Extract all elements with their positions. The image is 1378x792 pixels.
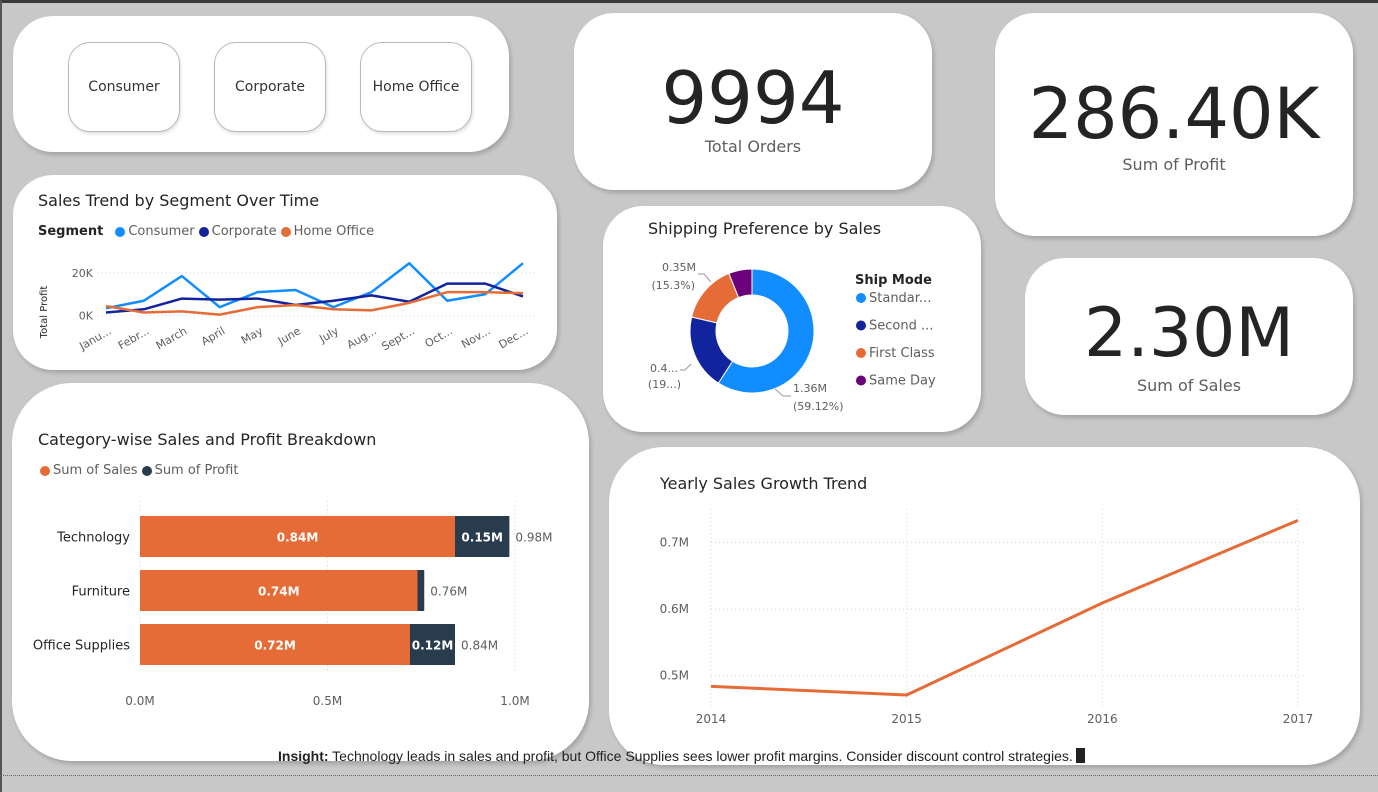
x-tick-label: Febr... bbox=[116, 324, 151, 352]
segment-button-corporate[interactable]: Corporate bbox=[214, 42, 326, 132]
leader-line bbox=[680, 363, 692, 371]
x-tick-label: 2014 bbox=[696, 712, 727, 726]
x-tick-label: Nov... bbox=[459, 324, 492, 351]
sum-of-sales-card: 2.30M Sum of Sales bbox=[1025, 258, 1353, 415]
category-card: Category-wise Sales and Profit Breakdown… bbox=[12, 383, 589, 761]
legend-label: Standar... bbox=[869, 291, 931, 306]
y-tick-label: 0K bbox=[79, 310, 94, 323]
legend-dot bbox=[856, 293, 866, 303]
category-bar-chart: 0.0M 0.5M 1.0M Technology 0.84M 0.15M 0.98M Fur… bbox=[33, 501, 552, 708]
total-data-label: 0.84M bbox=[461, 639, 498, 653]
legend-label: Same Day bbox=[869, 374, 936, 389]
x-tick-label: Aug... bbox=[345, 324, 379, 351]
donut-data-label: 0.4... bbox=[650, 362, 678, 375]
sum-of-sales-value: 2.30M bbox=[1083, 294, 1295, 373]
leader-line bbox=[698, 273, 712, 283]
profit-data-label: 0.15M bbox=[461, 531, 503, 545]
x-tick-label: June bbox=[275, 324, 303, 348]
legend-dot bbox=[856, 375, 866, 386]
shipping-donut-chart: 1.36M (59.12%) 0.4... (19...) 0.35M (15.3%) Sh… bbox=[648, 261, 936, 413]
x-tick-label: 1.0M bbox=[500, 694, 529, 708]
legend-label: First Class bbox=[869, 346, 935, 361]
insight-label: Insight: bbox=[278, 748, 329, 764]
segment-slicer-card: Consumer Corporate Home Office bbox=[13, 16, 509, 152]
x-tick-label: Janu... bbox=[76, 324, 113, 353]
category-label: Technology bbox=[56, 531, 130, 546]
x-tick-label: Dec... bbox=[496, 324, 530, 351]
x-tick-label: July bbox=[316, 324, 341, 346]
sum-of-sales-label: Sum of Sales bbox=[1136, 376, 1242, 395]
category-label: Furniture bbox=[72, 585, 130, 600]
sum-of-profit-label: Sum of Profit bbox=[1122, 155, 1226, 174]
sales-data-label: 0.74M bbox=[258, 585, 300, 599]
x-tick-label: Oct... bbox=[423, 324, 455, 350]
leader-line bbox=[774, 388, 791, 397]
sales-data-label: 0.84M bbox=[277, 531, 319, 545]
x-tick-label: 0.0M bbox=[125, 694, 154, 708]
category-label: Office Supplies bbox=[33, 639, 130, 654]
segment-trend-card: Sales Trend by Segment Over Time Segment… bbox=[13, 175, 557, 370]
x-tick-label: 2015 bbox=[891, 712, 922, 726]
text-cursor-icon bbox=[1075, 748, 1085, 763]
donut-data-label: 1.36M bbox=[793, 382, 827, 395]
legend-dot bbox=[856, 348, 866, 358]
legend-label: Second ... bbox=[869, 319, 933, 334]
donut-data-label: (19...) bbox=[648, 378, 681, 391]
total-data-label: 0.76M bbox=[430, 585, 467, 599]
x-tick-label: 2016 bbox=[1087, 712, 1118, 726]
y-tick-label: 20K bbox=[72, 267, 94, 280]
insight-text: Insight: Technology leads in sales and p… bbox=[278, 748, 1085, 764]
segment-button-consumer[interactable]: Consumer bbox=[68, 42, 180, 132]
x-tick-label: 2017 bbox=[1283, 712, 1314, 726]
sales-data-label: 0.72M bbox=[254, 639, 296, 653]
x-tick-label: 0.5M bbox=[313, 694, 342, 708]
insight-body: Technology leads in sales and profit, bu… bbox=[328, 748, 1073, 764]
y-tick-label: 0.6M bbox=[660, 602, 689, 616]
yearly-card: Yearly Sales Growth Trend 2014 2015 2016 20… bbox=[609, 447, 1360, 765]
segment-button-home-office[interactable]: Home Office bbox=[360, 42, 472, 132]
y-tick-label: 0.7M bbox=[660, 535, 689, 549]
series-line bbox=[710, 518, 1299, 697]
left-border bbox=[0, 0, 2, 792]
total-data-label: 0.98M bbox=[515, 531, 552, 545]
y-axis-label: Total Profit bbox=[39, 286, 50, 340]
sum-of-profit-value: 286.40K bbox=[1028, 73, 1320, 155]
legend-dot bbox=[856, 320, 866, 331]
donut-data-label: (59.12%) bbox=[793, 400, 844, 413]
top-border bbox=[0, 0, 1378, 3]
sum-of-profit-card: 286.40K Sum of Profit bbox=[995, 13, 1353, 236]
x-tick-label: May bbox=[239, 324, 266, 347]
x-tick-label: Sept... bbox=[379, 324, 416, 353]
x-tick-label: April bbox=[199, 324, 227, 348]
y-tick-label: 0.5M bbox=[660, 669, 689, 683]
donut-data-label: 0.35M bbox=[662, 261, 696, 274]
total-orders-card: 9994 Total Orders bbox=[574, 13, 932, 190]
profit-bar bbox=[417, 570, 425, 611]
bottom-dotted-border bbox=[0, 775, 1378, 776]
legend-title: Ship Mode bbox=[855, 273, 932, 288]
total-orders-label: Total Orders bbox=[704, 137, 802, 156]
segment-trend-chart: 0K 20K Total Profit Janu... Febr... March Apri… bbox=[39, 261, 535, 353]
x-tick-label: March bbox=[154, 324, 190, 352]
donut-data-label: (15.3%) bbox=[651, 279, 695, 292]
profit-data-label: 0.12M bbox=[412, 639, 454, 653]
yearly-line-chart: 2014 2015 2016 2017 0.5M 0.6M 0.7M bbox=[660, 509, 1314, 726]
shipping-card: Shipping Preference by Sales 1.36M (59.12… bbox=[603, 206, 981, 432]
total-orders-value: 9994 bbox=[661, 56, 845, 140]
